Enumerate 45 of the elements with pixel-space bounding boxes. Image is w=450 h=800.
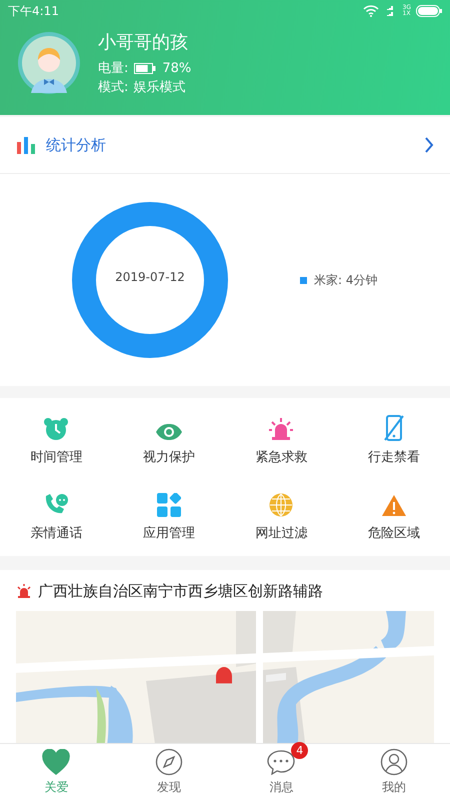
child-name: 小哥哥的孩 bbox=[98, 31, 189, 54]
feature-item[interactable]: 危险区域 bbox=[338, 486, 450, 542]
unread-badge: 4 bbox=[291, 742, 308, 759]
siren-icon bbox=[268, 417, 294, 441]
chat-bubble-icon bbox=[266, 749, 296, 775]
stats-header[interactable]: 统计分析 bbox=[0, 117, 450, 174]
tab-item[interactable]: 发现 bbox=[112, 744, 225, 800]
mode-label: 模式: bbox=[98, 79, 128, 96]
feature-item[interactable]: 视力保护 bbox=[112, 410, 225, 466]
mode-value: 娱乐模式 bbox=[133, 79, 186, 96]
feature-item[interactable]: 亲情通话 bbox=[0, 486, 112, 542]
globe-icon bbox=[269, 493, 294, 517]
feature-item[interactable]: 行走禁看 bbox=[338, 410, 450, 466]
siren-icon bbox=[16, 584, 32, 599]
phone-off-icon bbox=[382, 415, 405, 441]
legend-label: 米家: 4分钟 bbox=[314, 272, 378, 288]
warning-icon bbox=[380, 494, 407, 517]
feature-item[interactable]: 网址过滤 bbox=[225, 486, 338, 542]
tab-label: 发现 bbox=[156, 779, 181, 796]
feature-item[interactable]: 紧急求救 bbox=[225, 410, 338, 466]
wifi-icon bbox=[362, 5, 379, 17]
battery-icon bbox=[134, 62, 156, 74]
compass-icon bbox=[154, 748, 183, 776]
status-time: 下午4:11 bbox=[8, 2, 59, 20]
user-icon bbox=[380, 748, 408, 776]
battery-percent: 78% bbox=[162, 60, 192, 76]
bar-chart-icon bbox=[16, 136, 36, 154]
battery-label: 电量: bbox=[98, 60, 128, 77]
avatar-icon[interactable] bbox=[17, 31, 81, 95]
app-grid-icon bbox=[156, 493, 181, 517]
tab-label: 消息 bbox=[269, 779, 294, 796]
eye-icon bbox=[154, 423, 183, 441]
chart-date: 2019-07-12 bbox=[114, 270, 186, 284]
stats-title: 统计分析 bbox=[46, 136, 107, 154]
tab-label: 我的 bbox=[382, 779, 406, 796]
alarm-clock-icon bbox=[43, 417, 70, 441]
battery-icon bbox=[416, 5, 442, 17]
feature-item[interactable]: 时间管理 bbox=[0, 410, 112, 466]
tab-label: 关爱 bbox=[44, 779, 68, 796]
feature-item[interactable]: 应用管理 bbox=[112, 486, 225, 542]
chevron-right-icon bbox=[424, 137, 434, 153]
address-text: 广西壮族自治区南宁市西乡塘区创新路辅路 bbox=[38, 582, 323, 601]
tab-item[interactable]: 我的 bbox=[338, 744, 450, 800]
tab-item[interactable]: 4 消息 bbox=[225, 744, 338, 800]
heart-icon bbox=[42, 749, 70, 775]
